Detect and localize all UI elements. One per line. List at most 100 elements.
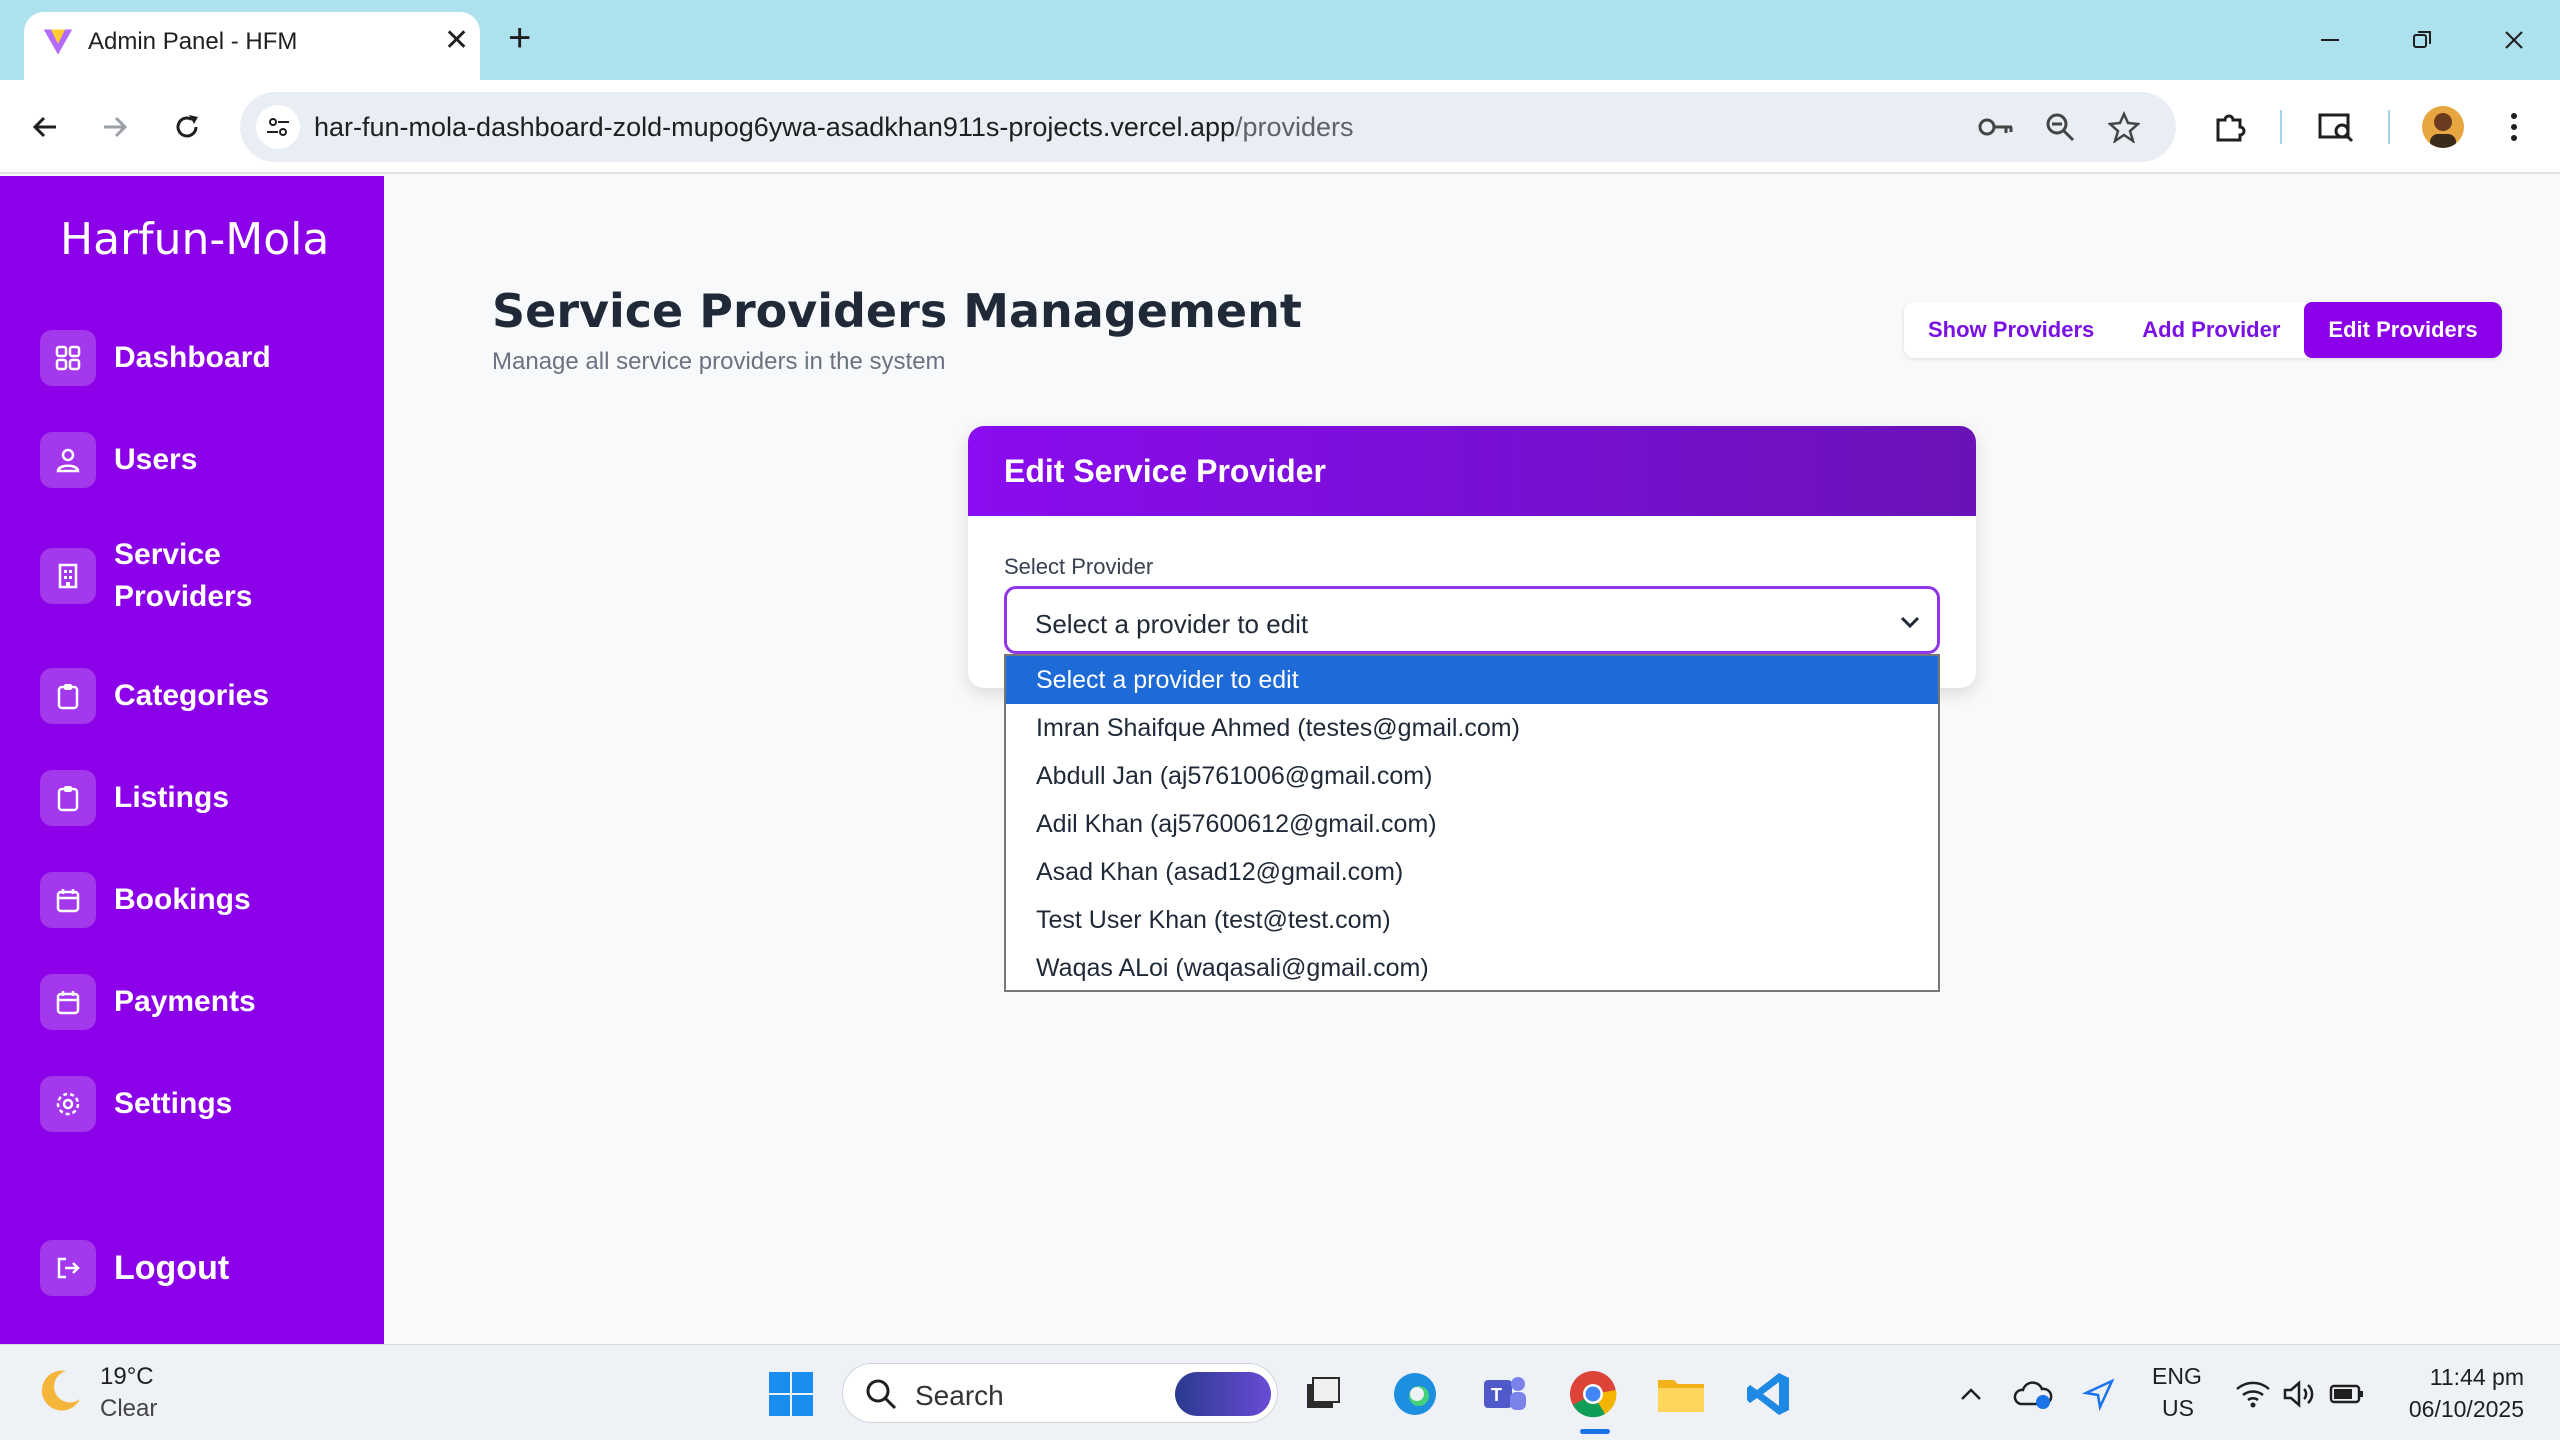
brand-logo-text: Harfun-Mola [60,214,330,265]
users-icon [40,432,96,488]
sidebar: Harfun-Mola Dashboard Users Service Prov… [0,176,384,1344]
grid-icon [40,330,96,386]
tab-show-providers[interactable]: Show Providers [1904,302,2118,358]
keyboard-layout-indicator[interactable]: US [2162,1395,2194,1422]
browser-toolbar: har-fun-mola-dashboard-zold-mupog6ywa-as… [0,80,2560,174]
password-key-icon[interactable] [1978,109,2014,145]
minimize-icon[interactable] [2310,20,2350,60]
close-window-icon[interactable] [2494,20,2534,60]
dropdown-option[interactable]: Waqas ALoi (waqasali@gmail.com) [1006,944,1938,992]
sidebar-item-label: Users [114,443,198,476]
onedrive-icon[interactable] [2006,1367,2060,1421]
task-view-icon[interactable] [1296,1367,1350,1421]
browser-tab-strip: Admin Panel - HFM ✕ + [0,0,2560,80]
zoom-icon[interactable] [2042,109,2078,145]
sidebar-item-bookings[interactable]: Bookings [40,872,324,928]
logout-icon [40,1240,96,1296]
sidebar-item-settings[interactable]: Settings [40,1076,324,1132]
chevron-up-icon[interactable] [1944,1367,1998,1421]
sidebar-item-dashboard[interactable]: Dashboard [40,330,324,386]
address-bar[interactable]: har-fun-mola-dashboard-zold-mupog6ywa-as… [240,92,2176,162]
search-label: Search [915,1380,1004,1411]
system-clock[interactable]: 11:44 pm 06/10/2025 [2409,1361,2524,1425]
sidebar-item-categories[interactable]: Categories [40,668,324,724]
sidebar-item-label: Settings [114,1087,233,1120]
provider-select[interactable]: Select a provider to edit [1004,586,1940,654]
new-tab-icon[interactable]: + [508,18,531,58]
dropdown-option[interactable]: Imran Shaifque Ahmed (testes@gmail.com) [1006,704,1938,752]
extensions-puzzle-icon[interactable] [2208,105,2252,149]
moon-weather-icon[interactable] [36,1365,86,1415]
sidebar-item-label: Service Providers [114,538,253,613]
sidebar-item-service-providers[interactable]: Service Providers [40,534,324,618]
browser-menu-icon[interactable] [2492,105,2536,149]
teams-icon[interactable]: T [1478,1367,1532,1421]
active-app-indicator [1580,1429,1610,1434]
url-text: har-fun-mola-dashboard-zold-mupog6ywa-as… [314,112,1354,143]
building-icon [40,548,96,604]
sidebar-item-label: Categories [114,679,270,712]
provider-dropdown-list: Select a provider to edit Imran Shaifque… [1004,654,1940,992]
chevron-down-icon [1900,616,1920,629]
sidebar-item-label: Bookings [114,883,251,916]
language-indicator[interactable]: ENG [2152,1363,2202,1390]
site-info-icon[interactable] [256,105,300,149]
sidebar-item-label: Listings [114,781,230,814]
provider-view-tabs: Show Providers Add Provider Edit Provide… [1904,302,2502,358]
back-icon[interactable] [20,102,70,152]
logout-button[interactable]: Logout [40,1240,324,1296]
search-icon [866,1379,897,1410]
vscode-icon[interactable] [1742,1367,1796,1421]
toolbar-separator [2388,110,2390,144]
forward-icon[interactable] [90,102,140,152]
windows-taskbar: 19°C Clear Search T ENG US 11:44 pm 06/1… [0,1344,2560,1440]
tab-search-icon[interactable] [2314,105,2358,149]
dropdown-option[interactable]: Abdull Jan (aj5761006@gmail.com) [1006,752,1938,800]
chrome-icon[interactable] [1566,1367,1620,1421]
clipboard-icon [40,668,96,724]
page-subtitle: Manage all service providers in the syst… [492,348,946,375]
bookmark-star-icon[interactable] [2106,109,2142,145]
location-icon[interactable] [2072,1367,2126,1421]
sidebar-item-listings[interactable]: Listings [40,770,324,826]
close-tab-icon[interactable]: ✕ [444,26,469,56]
profile-avatar[interactable] [2422,106,2464,148]
sidebar-item-label: Dashboard [114,341,271,374]
edge-browser-icon[interactable] [1388,1367,1442,1421]
search-highlight-image [1175,1372,1271,1416]
tab-add-provider[interactable]: Add Provider [2118,302,2304,358]
tab-edit-providers[interactable]: Edit Providers [2304,302,2502,358]
edit-provider-card: Edit Service Provider Select Provider Se… [968,426,1976,688]
sidebar-item-payments[interactable]: Payments [40,974,324,1030]
clipboard-icon [40,770,96,826]
file-explorer-icon[interactable] [1654,1367,1708,1421]
taskbar-search[interactable]: Search [842,1363,1278,1423]
clock-date: 06/10/2025 [2408,1396,2524,1422]
dropdown-option[interactable]: Adil Khan (aj57600612@gmail.com) [1006,800,1938,848]
sidebar-item-label: Payments [114,985,256,1018]
calendar-icon [40,974,96,1030]
weather-condition: Clear [100,1395,158,1422]
vite-logo-icon [43,29,73,55]
browser-tab[interactable]: Admin Panel - HFM ✕ [24,12,480,80]
toolbar-separator [2280,110,2282,144]
battery-icon[interactable] [2320,1367,2374,1421]
reload-icon[interactable] [162,102,212,152]
url-host: har-fun-mola-dashboard-zold-mupog6ywa-as… [314,112,1235,142]
tab-title: Admin Panel - HFM [88,28,298,55]
dropdown-option[interactable]: Select a provider to edit [1006,656,1938,704]
logout-label: Logout [114,1249,230,1287]
dropdown-option[interactable]: Test User Khan (test@test.com) [1006,896,1938,944]
provider-select-value: Select a provider to edit [1035,609,1309,639]
restore-icon[interactable] [2402,20,2442,60]
calendar-icon [40,872,96,928]
gear-icon [40,1076,96,1132]
volume-icon[interactable] [2272,1367,2326,1421]
url-path: /providers [1235,112,1354,142]
windows-start-icon[interactable] [764,1367,818,1421]
dropdown-option[interactable]: Asad Khan (asad12@gmail.com) [1006,848,1938,896]
card-title: Edit Service Provider [968,426,1976,516]
sidebar-item-users[interactable]: Users [40,432,324,488]
weather-temperature: 19°C [100,1363,154,1390]
svg-text:T: T [1491,1385,1502,1405]
